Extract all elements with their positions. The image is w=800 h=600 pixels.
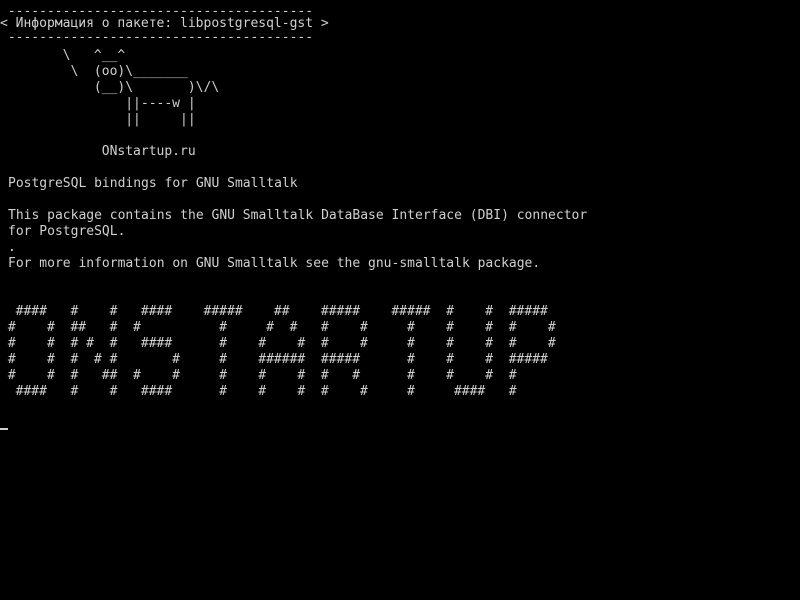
description-separator: . (8, 240, 16, 255)
banner-line: #### # # #### ##### ## ##### ##### # # #… (0, 304, 548, 319)
cow-art-line: || || (0, 112, 196, 127)
cow-art-line: (__)\ )\/\ (0, 80, 220, 95)
cow-art-line: \ ^__^ (0, 48, 126, 63)
site-label: ONstartup.ru (0, 144, 196, 159)
cow-art-line: \ (oo)\_______ (0, 64, 188, 79)
cow-art-line: ||----w | (0, 96, 196, 111)
package-description-line: This package contains the GNU Smalltalk … (8, 208, 588, 223)
terminal-cursor[interactable] (0, 428, 8, 430)
package-description-line: for PostgreSQL. (8, 224, 126, 239)
banner-line: # # ## # # # # # # # # # # # # (0, 320, 556, 335)
banner-line: # # # ## # # # # # # # # # # # (0, 368, 517, 383)
banner-line: # # # # # # # ###### ##### # # # ##### (0, 352, 548, 367)
terminal-screen: --------------------------------------- … (0, 0, 800, 600)
package-summary: PostgreSQL bindings for GNU Smalltalk (8, 176, 298, 191)
more-info-text: For more information on GNU Smalltalk se… (8, 256, 541, 271)
cowsay-border-bottom: --------------------------------------- (0, 30, 314, 45)
banner-line: # # # # # #### # # # # # # # # # # (0, 336, 556, 351)
banner-line: #### # # #### # # # # # # #### # (0, 384, 517, 399)
